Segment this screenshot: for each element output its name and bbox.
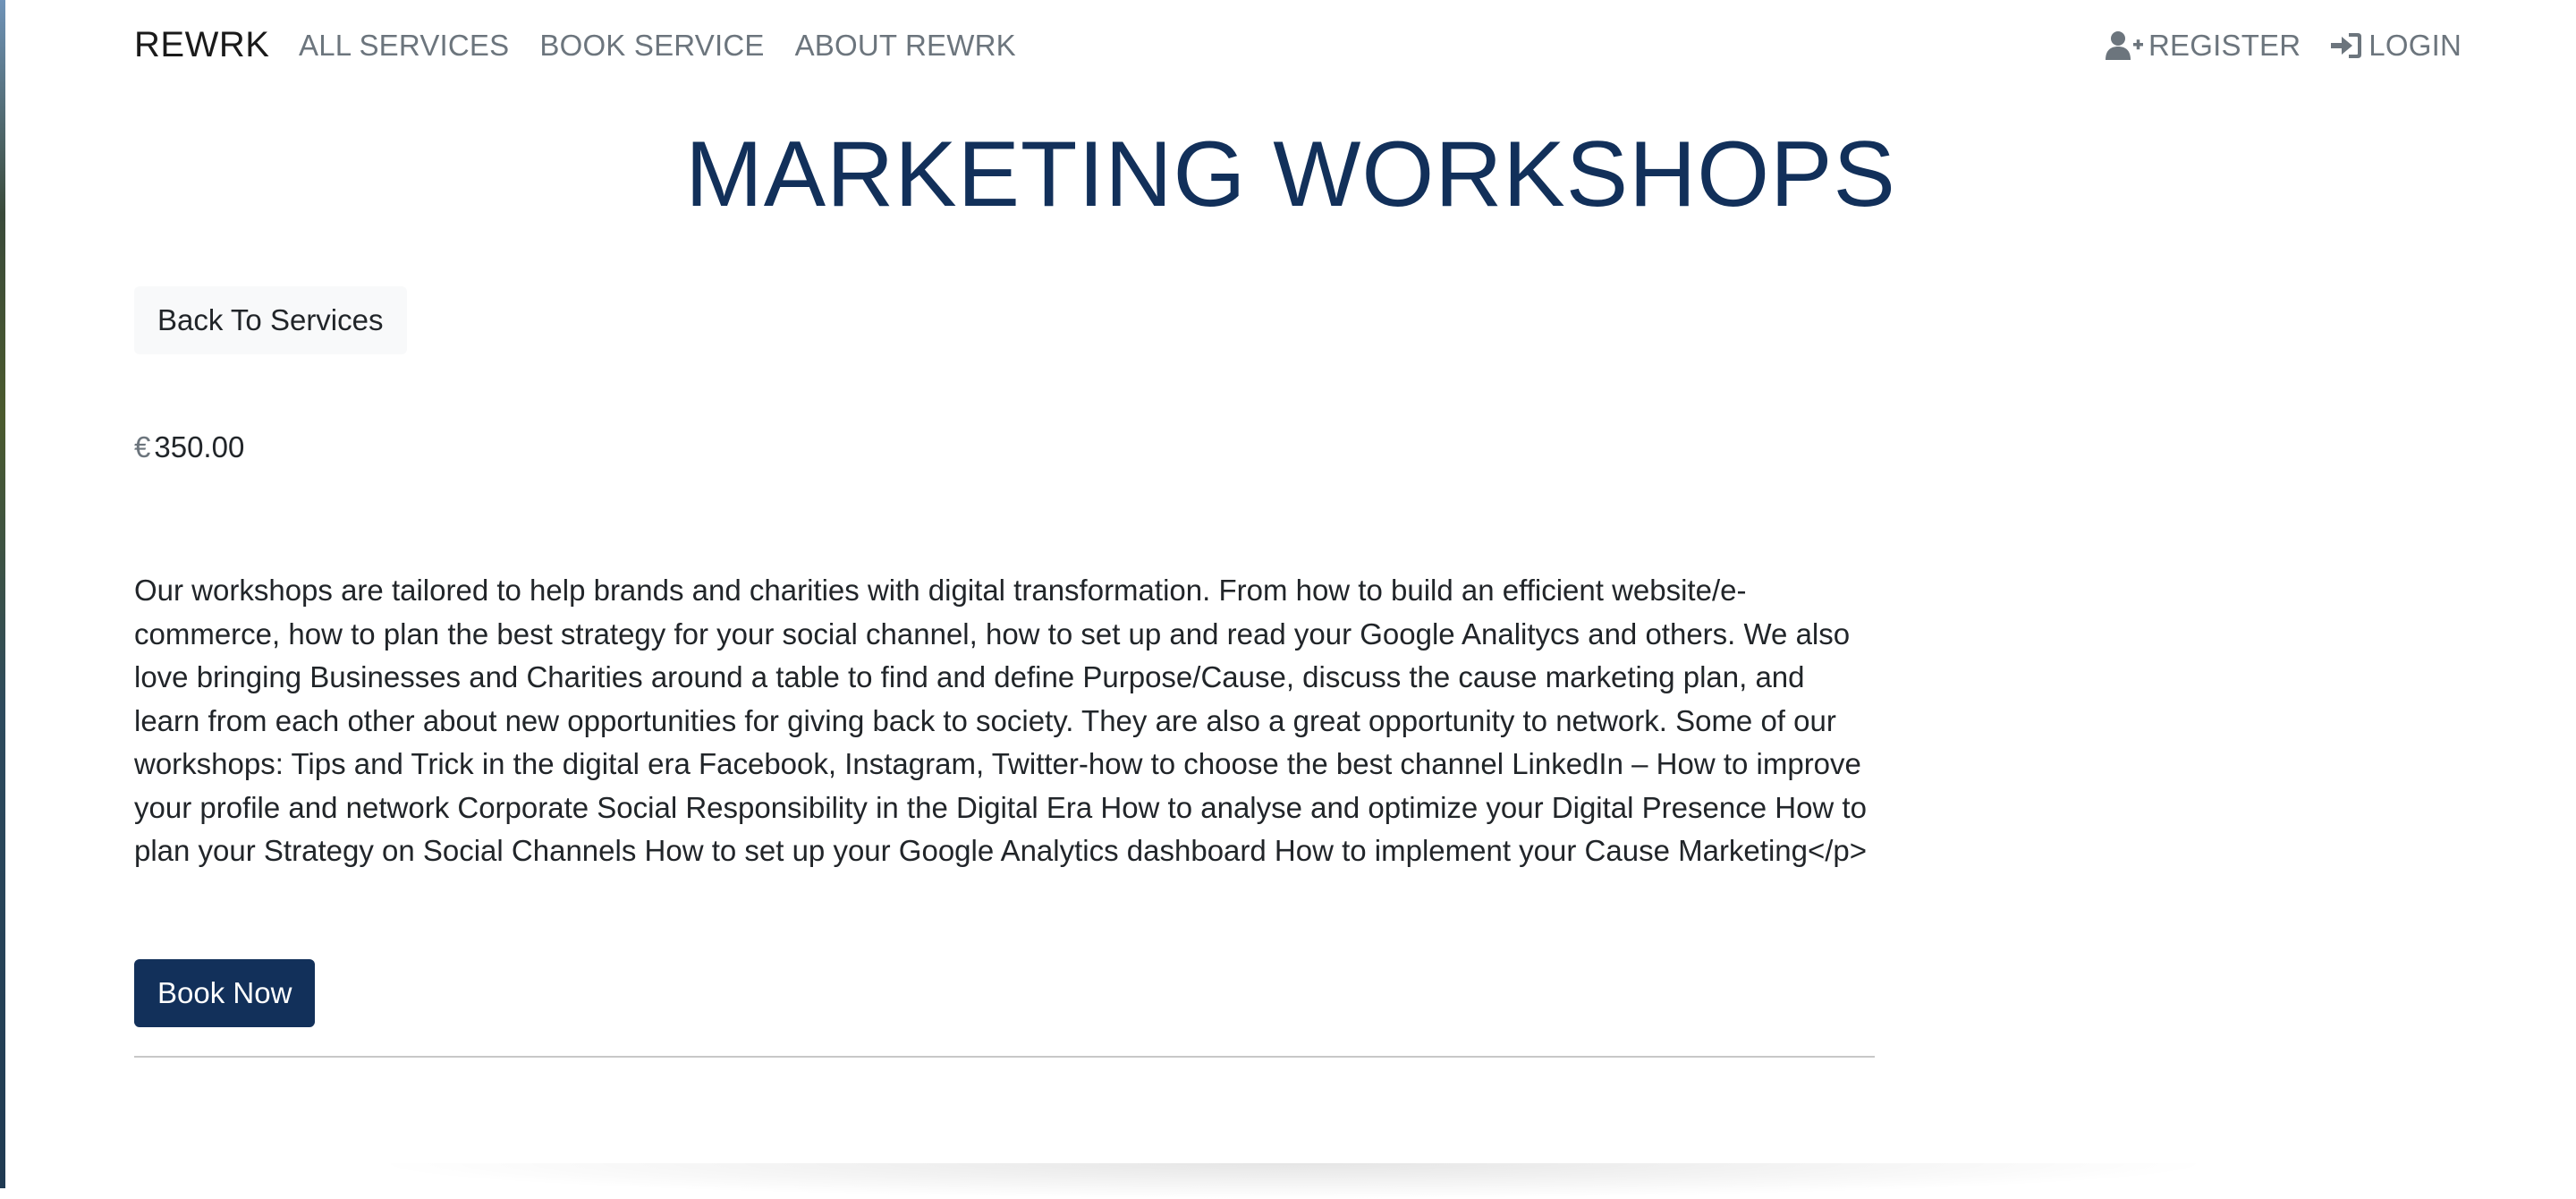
page: REWRK ALL SERVICES BOOK SERVICE ABOUT RE… xyxy=(5,0,2576,1199)
back-to-services-button[interactable]: Back To Services xyxy=(134,286,407,354)
register-label: REGISTER xyxy=(2148,29,2301,62)
login-link[interactable]: LOGIN xyxy=(2331,26,2462,65)
nav-link-all-services[interactable]: ALL SERVICES xyxy=(299,26,509,65)
register-link[interactable]: REGISTER xyxy=(2106,26,2301,65)
service-price: € 350.00 xyxy=(134,428,244,467)
nav-link-about-rewrk[interactable]: ABOUT REWRK xyxy=(795,26,1016,65)
sign-in-icon xyxy=(2331,31,2363,60)
divider xyxy=(134,1056,1875,1058)
nav-auth-links: REGISTER LOGIN xyxy=(2106,26,2462,65)
login-label: LOGIN xyxy=(2368,29,2462,62)
book-now-button[interactable]: Book Now xyxy=(134,959,316,1027)
service-description: Our workshops are tailored to help brand… xyxy=(134,574,1868,867)
user-plus-icon xyxy=(2106,30,2143,61)
footer-shadow xyxy=(363,1163,2224,1199)
euro-icon: € xyxy=(134,430,151,463)
page-title: MARKETING WORKSHOPS xyxy=(685,123,1896,226)
brand-logo[interactable]: REWRK xyxy=(134,23,269,66)
nav-link-book-service[interactable]: BOOK SERVICE xyxy=(539,26,764,65)
price-value: 350.00 xyxy=(154,430,245,463)
navbar: REWRK ALL SERVICES BOOK SERVICE ABOUT RE… xyxy=(5,0,2576,89)
nav-links: ALL SERVICES BOOK SERVICE ABOUT REWRK xyxy=(299,26,1016,65)
